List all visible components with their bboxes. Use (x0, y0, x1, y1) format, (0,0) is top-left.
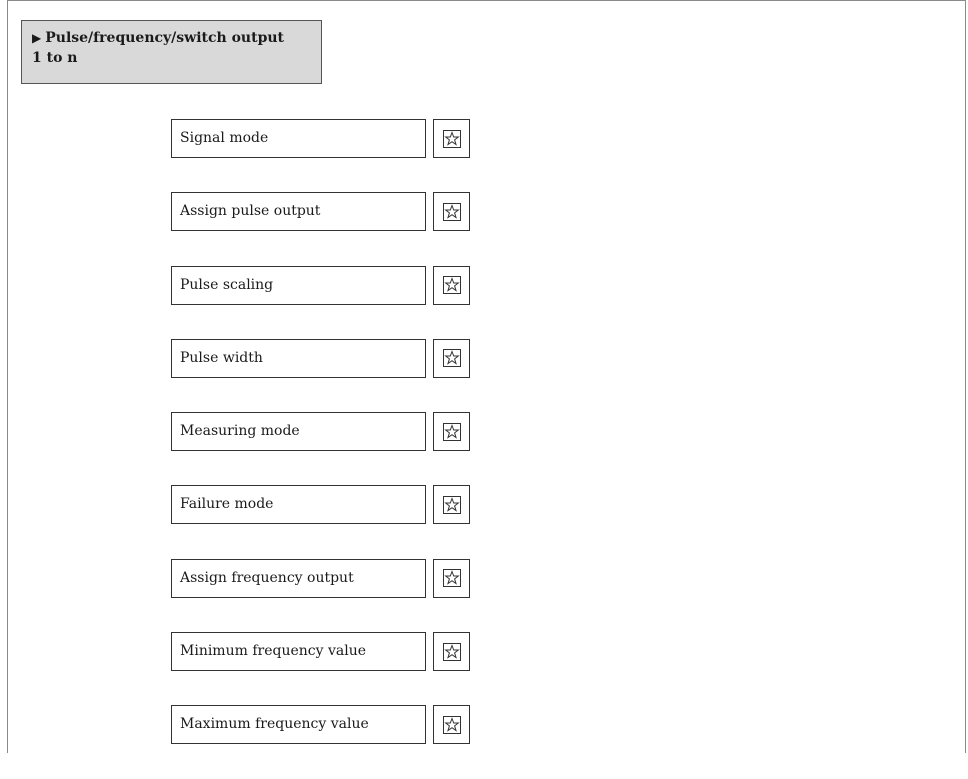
parameter-failure-mode[interactable]: Failure mode (171, 485, 426, 525)
star-user-access-icon (433, 705, 470, 745)
parameter-row-assign-frequency-output: Assign frequency output (171, 558, 474, 598)
parameter-signal-mode[interactable]: Signal mode (171, 119, 426, 158)
parameter-pulse-width[interactable]: Pulse width (171, 338, 426, 378)
star-user-access-icon (433, 265, 470, 305)
star-user-access-icon (433, 632, 470, 672)
parameter-row-signal-mode: Signal mode (171, 119, 474, 158)
submenu-arrow-icon: ▶ (32, 31, 42, 45)
parameter-row-assign-pulse-output: Assign pulse output (171, 192, 474, 232)
parameter-minimum-frequency-value[interactable]: Minimum frequency value (171, 632, 426, 672)
parameter-row-failure-mode: Failure mode (171, 485, 474, 525)
page-frame (7, 0, 966, 753)
submenu-title-line1: Pulse/frequency/switch output (45, 30, 285, 46)
star-user-access-icon (433, 558, 470, 598)
star-user-access-icon (433, 338, 470, 378)
parameter-measuring-mode[interactable]: Measuring mode (171, 412, 426, 452)
parameter-maximum-frequency-value[interactable]: Maximum frequency value (171, 705, 426, 745)
star-user-access-icon (433, 192, 470, 232)
submenu-header[interactable]: ▶ Pulse/frequency/switch output 1 to n (21, 20, 322, 84)
star-user-access-icon (433, 119, 470, 158)
parameter-pulse-scaling[interactable]: Pulse scaling (171, 265, 426, 305)
parameter-row-minimum-frequency-value: Minimum frequency value (171, 632, 474, 672)
star-user-access-icon (433, 485, 470, 525)
parameter-row-pulse-scaling: Pulse scaling (171, 265, 474, 305)
parameter-list: Signal mode Assign pulse output Pulse sc… (171, 119, 474, 779)
parameter-assign-pulse-output[interactable]: Assign pulse output (171, 192, 426, 232)
parameter-assign-frequency-output[interactable]: Assign frequency output (171, 558, 426, 598)
parameter-row-maximum-frequency-value: Maximum frequency value (171, 705, 474, 745)
parameter-row-pulse-width: Pulse width (171, 338, 474, 378)
parameter-row-measuring-mode: Measuring mode (171, 412, 474, 452)
submenu-title-line2: 1 to n (32, 50, 78, 66)
star-user-access-icon (433, 412, 470, 452)
